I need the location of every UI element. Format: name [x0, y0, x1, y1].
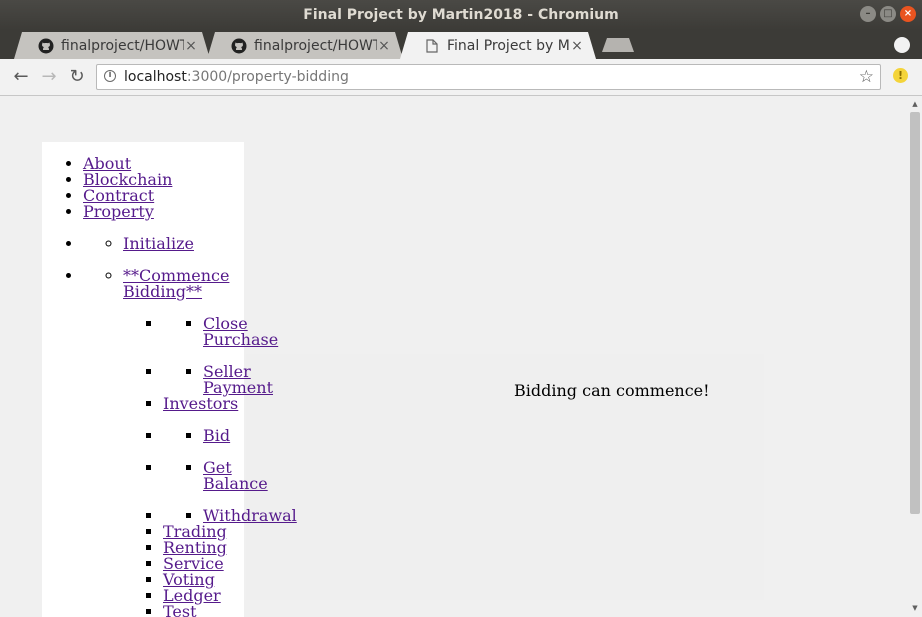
- nav-close-purchase[interactable]: Close Purchase: [203, 316, 293, 348]
- close-window-button[interactable]: ×: [900, 6, 916, 22]
- close-icon[interactable]: ×: [377, 38, 391, 54]
- nav-seller-payment[interactable]: Seller Payment: [203, 364, 293, 396]
- page-icon: [424, 38, 440, 54]
- maximize-button[interactable]: □: [880, 6, 896, 22]
- tab-title: Final Project by Martin2018: [447, 37, 570, 54]
- github-icon: [38, 38, 54, 54]
- browser-toolbar: ← → ↻ i localhost:3000/property-bidding …: [0, 59, 922, 96]
- nav-initialize[interactable]: Initialize: [123, 234, 194, 253]
- nav-commence-bidding[interactable]: **Commence Bidding**: [123, 268, 229, 300]
- tab-strip: finalproject/HOWTO × finalproject/HOWTO …: [0, 30, 922, 59]
- vertical-scrollbar[interactable]: ▲ ▼: [908, 96, 922, 617]
- extension-icon[interactable]: !: [893, 68, 908, 83]
- scroll-down-arrow-icon[interactable]: ▼: [911, 604, 919, 612]
- address-bar[interactable]: i localhost:3000/property-bidding ☆: [96, 64, 881, 90]
- tab-github-2[interactable]: finalproject/HOWTO ×: [207, 32, 403, 59]
- minimize-button[interactable]: –: [860, 6, 876, 22]
- close-icon[interactable]: ×: [570, 38, 584, 54]
- scrollbar-thumb[interactable]: [910, 112, 920, 514]
- forward-arrow-icon[interactable]: →: [39, 67, 59, 87]
- github-icon: [231, 38, 247, 54]
- nav-investors[interactable]: Investors: [163, 394, 238, 413]
- tab-final-project[interactable]: Final Project by Martin2018 ×: [400, 32, 596, 59]
- url-host: localhost: [124, 69, 187, 85]
- nav-property[interactable]: Property: [83, 202, 154, 221]
- sidebar-nav: About Blockchain Contract Property Initi…: [42, 156, 297, 617]
- back-arrow-icon[interactable]: ←: [11, 67, 31, 87]
- window-titlebar: Final Project by Martin2018 - Chromium –…: [0, 0, 922, 30]
- bidding-status-message: Bidding can commence!: [514, 381, 710, 400]
- url-path: :3000/property-bidding: [186, 69, 349, 85]
- tab-title: finalproject/HOWTO: [254, 37, 373, 54]
- reload-icon[interactable]: ↻: [67, 67, 87, 87]
- close-icon[interactable]: ×: [184, 38, 198, 54]
- tab-github-1[interactable]: finalproject/HOWTO ×: [14, 32, 210, 59]
- nav-get-balance[interactable]: Get Balance: [203, 460, 268, 492]
- url-text[interactable]: localhost:3000/property-bidding: [124, 65, 349, 89]
- nav-test[interactable]: Test: [163, 602, 197, 617]
- new-tab-button[interactable]: [602, 38, 634, 52]
- nav-bid[interactable]: Bid: [203, 426, 230, 445]
- info-icon[interactable]: i: [104, 70, 116, 82]
- profile-icon[interactable]: [894, 37, 910, 53]
- window-title: Final Project by Martin2018 - Chromium: [303, 7, 619, 23]
- tab-title: finalproject/HOWTO: [61, 37, 180, 54]
- bookmark-star-icon[interactable]: ☆: [859, 65, 874, 89]
- scroll-up-arrow-icon[interactable]: ▲: [911, 100, 919, 108]
- page-viewport: Bidding can commence! About Blockchain C…: [0, 96, 908, 617]
